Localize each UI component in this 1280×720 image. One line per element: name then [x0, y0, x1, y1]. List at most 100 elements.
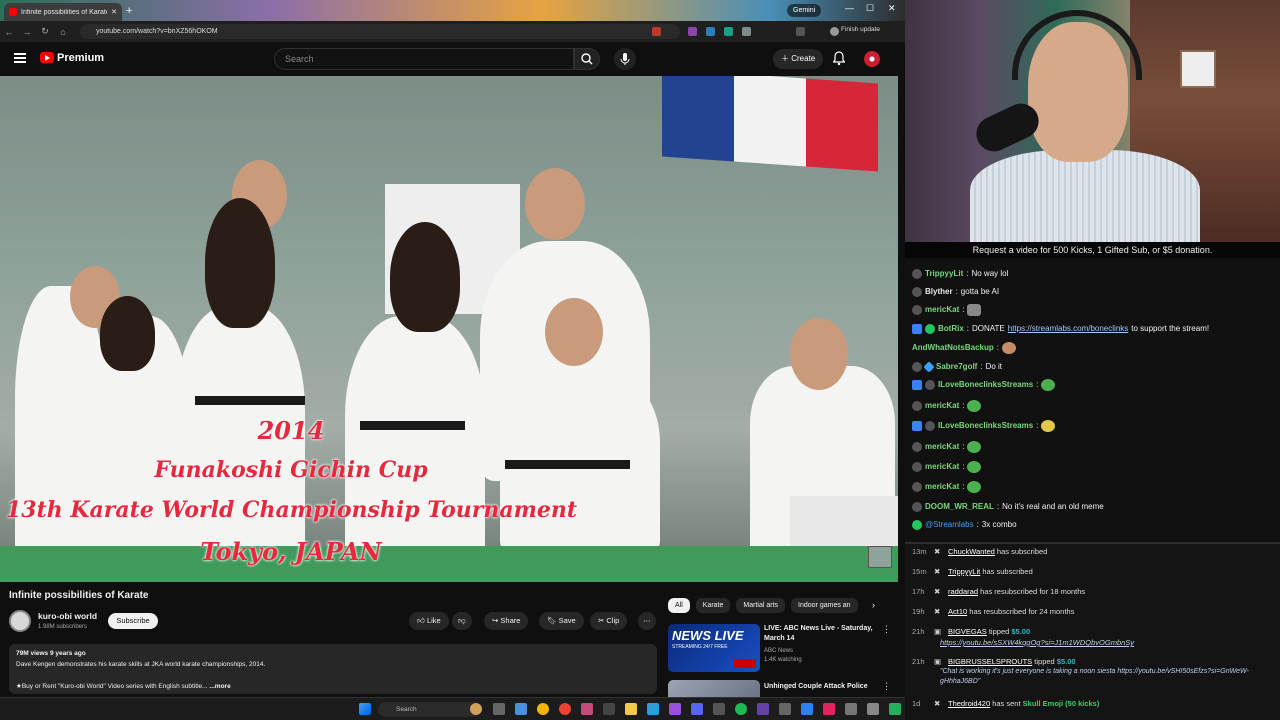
close-tab-icon[interactable]: ✕	[111, 8, 117, 16]
extension-icon[interactable]	[742, 27, 751, 36]
chip-martial-arts[interactable]: Martial arts	[736, 598, 786, 613]
app-icon[interactable]	[823, 703, 835, 715]
recommendation-item[interactable]: Unhinged Couple Attack Police ⋮	[668, 680, 898, 697]
discord-icon[interactable]	[691, 703, 703, 715]
app-icon[interactable]	[515, 703, 527, 715]
video-player[interactable]: 2014 Funakoshi Gichin Cup 13th Karate Wo…	[0, 76, 898, 582]
search-input[interactable]: Search	[274, 48, 574, 70]
recommendation-thumbnail[interactable]	[668, 680, 760, 697]
tip-message[interactable]: https://youtu.be/sSXW4kqgOg?si=J1m1WDQbv…	[940, 638, 1134, 647]
new-tab-button[interactable]: +	[126, 5, 132, 17]
gemini-button[interactable]: Gemini	[787, 4, 822, 17]
download-icon[interactable]	[796, 27, 805, 36]
search-button[interactable]	[574, 48, 600, 70]
forward-icon[interactable]: →	[18, 27, 36, 37]
chat-username[interactable]: AndWhatNotsBackup	[912, 342, 994, 354]
windows-start-icon[interactable]	[359, 703, 371, 715]
clip-button[interactable]: ✂ Clip	[590, 612, 628, 630]
minimize-icon[interactable]: —	[845, 3, 854, 13]
profile-icon[interactable]	[830, 27, 839, 36]
weather-icon[interactable]	[470, 703, 482, 715]
logo-text[interactable]: Premium	[57, 52, 104, 64]
channel-name[interactable]: kuro-obi world	[38, 611, 97, 621]
donate-link[interactable]: https://streamlabs.com/boneclinks	[1008, 323, 1129, 335]
close-window-icon[interactable]: ✕	[888, 3, 896, 14]
back-icon[interactable]: ←	[0, 27, 18, 37]
app-icon[interactable]	[581, 703, 593, 715]
chat-username[interactable]: BotRix	[938, 323, 964, 335]
chat-username[interactable]: Blyther	[925, 286, 953, 298]
finish-update-button[interactable]: Finish update	[841, 26, 880, 33]
chip-karate[interactable]: Karate	[695, 598, 731, 613]
event-user[interactable]: Thedroid420	[948, 699, 990, 708]
app-icon[interactable]	[647, 703, 659, 715]
chrome-icon[interactable]	[537, 703, 549, 715]
chat-username[interactable]: mericKat	[925, 400, 959, 412]
app-icon[interactable]	[603, 703, 615, 715]
more-vertical-icon[interactable]: ⋮	[882, 681, 891, 692]
account-avatar[interactable]	[864, 51, 880, 67]
more-vertical-icon[interactable]: ⋮	[882, 624, 891, 635]
youtube-logo-icon[interactable]	[40, 52, 54, 63]
app-icon[interactable]	[845, 703, 857, 715]
extension-icon[interactable]	[724, 27, 733, 36]
chat-username[interactable]: mericKat	[925, 461, 959, 473]
app-icon[interactable]	[757, 703, 769, 715]
extension-icon[interactable]	[706, 27, 715, 36]
app-icon[interactable]	[669, 703, 681, 715]
show-more-link[interactable]: ...more	[209, 683, 230, 690]
chip-indoor-games[interactable]: Indoor games an	[791, 598, 858, 613]
subscribe-button[interactable]: Subscribe	[108, 613, 158, 629]
menu-icon[interactable]	[14, 53, 26, 63]
chip-all[interactable]: All	[668, 598, 690, 613]
like-button[interactable]: 👍︎ Like	[409, 612, 449, 630]
task-view-icon[interactable]	[493, 703, 505, 715]
spotify-icon[interactable]	[735, 703, 747, 715]
create-button[interactable]: ＋ Create	[773, 49, 824, 69]
channel-watermark[interactable]	[868, 546, 892, 568]
chat-username[interactable]: DOOM_WR_REAL	[925, 501, 994, 513]
event-user[interactable]: ChuckWanted	[948, 547, 995, 556]
event-user[interactable]: raddarad	[948, 587, 978, 596]
chat-username[interactable]: mericKat	[925, 441, 959, 453]
chevron-right-icon[interactable]: ›	[872, 600, 875, 610]
event-user[interactable]: TrippyyLit	[948, 567, 980, 576]
browser-tab[interactable]: Infinite possibilities of Karate ✕	[4, 3, 122, 21]
home-icon[interactable]: ⌂	[54, 27, 72, 37]
share-button[interactable]: ↪ Share	[484, 612, 529, 630]
event-user[interactable]: BIGBRUSSELSPROUTS	[948, 657, 1032, 666]
app-icon[interactable]	[779, 703, 791, 715]
recommendation-title[interactable]: LIVE: ABC News Live - Saturday, March 14	[764, 624, 884, 644]
recommendation-thumbnail[interactable]: NEWS LIVE STREAMING 24/7 FREE	[668, 624, 760, 672]
app-icon[interactable]	[801, 703, 813, 715]
chat-username[interactable]: ILoveBoneclinksStreams	[938, 379, 1033, 391]
event-user[interactable]: BIGVEGAS	[948, 627, 987, 636]
chat-username[interactable]: @Streamlabs	[925, 519, 974, 531]
taskbar-search[interactable]: Search	[378, 702, 480, 717]
app-icon[interactable]	[713, 703, 725, 715]
more-actions-button[interactable]: ⋯	[638, 612, 656, 630]
recommendation-item[interactable]: NEWS LIVE STREAMING 24/7 FREE LIVE: ABC …	[668, 624, 898, 676]
maximize-icon[interactable]: ☐	[866, 3, 874, 14]
chat-username[interactable]: mericKat	[925, 481, 959, 493]
app-icon[interactable]	[867, 703, 879, 715]
description-box[interactable]: 79M views 9 years ago Dave Kengen demons…	[9, 644, 657, 694]
channel-avatar[interactable]	[9, 610, 31, 632]
chat-username[interactable]: ILoveBoneclinksStreams	[938, 420, 1033, 432]
event-user[interactable]: Act10	[948, 607, 967, 616]
chat-username[interactable]: TrippyyLit	[925, 268, 963, 280]
recommendation-channel[interactable]: ABC News	[764, 648, 793, 654]
extension-icon[interactable]	[652, 27, 661, 36]
save-button[interactable]: 🔖︎ Save	[539, 612, 584, 630]
chat-username[interactable]: Sabre7golf	[936, 361, 977, 373]
recommendation-title[interactable]: Unhinged Couple Attack Police	[764, 682, 884, 692]
dislike-button[interactable]: 👎︎	[452, 612, 472, 630]
chrome-icon[interactable]	[559, 703, 571, 715]
url-field[interactable]: youtube.com/watch?v=bnXZ56hOKOM	[80, 24, 680, 39]
app-icon[interactable]	[889, 703, 901, 715]
extension-icon[interactable]	[688, 27, 697, 36]
voice-search-button[interactable]	[614, 48, 636, 70]
chat-username[interactable]: mericKat	[925, 304, 959, 316]
folder-icon[interactable]	[625, 703, 637, 715]
notifications-bell-icon[interactable]	[833, 51, 845, 65]
